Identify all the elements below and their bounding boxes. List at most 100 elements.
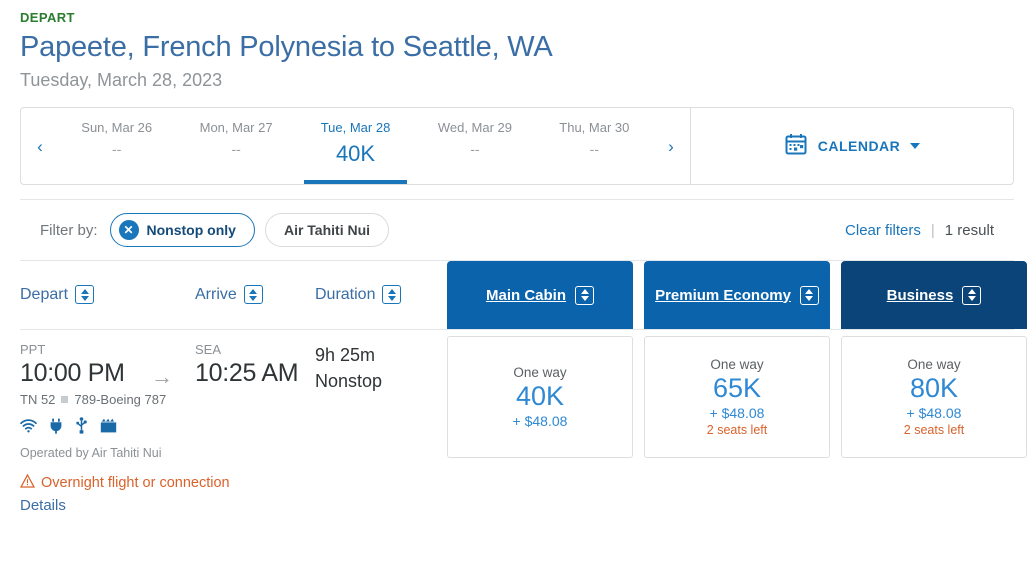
flight-stops: Nonstop [315, 371, 383, 392]
column-label-duration: Duration [315, 285, 376, 303]
warning-triangle-icon [19, 473, 36, 492]
tab-label-main-cabin: Main Cabin [485, 286, 566, 304]
chevron-down-icon [910, 143, 921, 149]
arrive-time: 10:25 AM [195, 359, 299, 387]
column-header-arrive[interactable]: Arrive [195, 285, 263, 304]
clear-filters-link[interactable]: Clear filters [845, 222, 921, 239]
fare-card-list: One way 40K + $48.08 One way 65K + $48.0… [447, 336, 1027, 458]
date-day-label: Wed, Mar 29 [437, 120, 513, 135]
aircraft-type: 789-Boeing 787 [74, 392, 167, 407]
filter-by-label: Filter by: [40, 221, 98, 239]
tab-label-premium-economy: Premium Economy [655, 286, 791, 304]
filter-bar-right: Clear filters | 1 result [845, 222, 994, 239]
duration-segment: 9h 25m Nonstop [315, 342, 382, 394]
filter-chip-label: Air Tahiti Nui [283, 222, 371, 238]
date-day-price: -- [589, 141, 599, 157]
details-link[interactable]: Details [20, 497, 440, 514]
depart-airport-code: PPT [20, 342, 46, 357]
tab-premium-economy[interactable]: Premium Economy [644, 261, 830, 329]
page-subtitle-date: Tuesday, March 28, 2023 [20, 70, 223, 90]
fare-miles: 80K [909, 373, 959, 404]
wifi-icon [20, 418, 37, 433]
date-day-label: Tue, Mar 28 [320, 120, 391, 135]
column-header-duration[interactable]: Duration [315, 285, 402, 304]
close-icon[interactable]: ✕ [118, 220, 139, 240]
calendar-icon [784, 132, 808, 161]
result-count: 1 result [944, 221, 994, 239]
fare-class-tabs: Main Cabin Premium Economy Business [447, 261, 1027, 329]
column-label-arrive: Arrive [195, 285, 237, 303]
date-day-price: 40K [335, 141, 376, 166]
date-day-3[interactable]: Wed, Mar 29 -- [415, 108, 534, 184]
flight-duration: 9h 25m [315, 345, 376, 365]
usb-port-icon [75, 417, 88, 434]
calendar-label: CALENDAR [817, 138, 901, 154]
overnight-warning: Overnight flight or connection [19, 473, 440, 492]
fare-cash: + $48.08 [512, 412, 568, 429]
sort-icon-main-cabin[interactable] [575, 285, 594, 305]
date-day-price: -- [231, 141, 241, 157]
date-day-0[interactable]: Sun, Mar 26 -- [57, 108, 176, 184]
sort-icon-depart[interactable] [75, 285, 95, 304]
depart-segment: PPT 10:00 PM [20, 342, 125, 388]
divider: | [930, 221, 935, 239]
sort-icon-premium-economy[interactable] [799, 285, 819, 305]
overnight-warning-label: Overnight flight or connection [41, 475, 230, 491]
date-day-1[interactable]: Mon, Mar 27 -- [176, 108, 295, 184]
fare-miles: 65K [712, 373, 762, 404]
date-strip-wrapper: ‹ Sun, Mar 26 -- Mon, Mar 27 -- Tue, Mar… [0, 91, 1034, 185]
fare-cash: + $48.08 [906, 404, 962, 421]
separator-square-icon [61, 396, 69, 403]
date-day-label: Sun, Mar 26 [81, 120, 153, 135]
results-header: Depart Arrive Duration Main Cabin Premiu… [20, 261, 1027, 329]
calendar-button[interactable]: CALENDAR [691, 108, 1013, 184]
fare-seats-left: 2 seats left [903, 422, 965, 437]
fare-seats-left: 2 seats left [706, 422, 768, 437]
fare-oneway-label: One way [907, 357, 961, 373]
filter-bar: Filter by: ✕ Nonstop only Air Tahiti Nui… [20, 199, 1014, 261]
date-day-list: Sun, Mar 26 -- Mon, Mar 27 -- Tue, Mar 2… [57, 108, 654, 184]
fare-miles: 40K [515, 381, 565, 412]
date-strip: ‹ Sun, Mar 26 -- Mon, Mar 27 -- Tue, Mar… [20, 107, 1014, 185]
arrive-segment: SEA 10:25 AM [195, 342, 299, 388]
fare-oneway-label: One way [513, 365, 567, 381]
fare-card-premium-economy[interactable]: One way 65K + $48.08 2 seats left [644, 336, 830, 458]
power-outlet-icon [49, 418, 63, 434]
date-day-price: -- [470, 141, 480, 157]
date-day-price: -- [112, 141, 122, 157]
flight-number-row: TN 52 789-Boeing 787 [20, 392, 440, 407]
column-label-depart: Depart [20, 285, 69, 303]
amenities-list [20, 417, 440, 434]
entertainment-icon [100, 418, 117, 433]
depart-time: 10:00 PM [20, 359, 125, 387]
tab-label-business: Business [886, 286, 954, 304]
date-day-4[interactable]: Thu, Mar 30 -- [535, 108, 654, 184]
next-dates-button[interactable]: › [654, 138, 688, 155]
flight-number: TN 52 [20, 392, 56, 407]
prev-dates-button[interactable]: ‹ [23, 138, 57, 155]
date-day-label: Mon, Mar 27 [199, 120, 273, 135]
operated-by-text: Operated by Air Tahiti Nui [20, 446, 162, 460]
flight-results-page: DEPART Papeete, French Polynesia to Seat… [0, 0, 1034, 587]
date-day-label: Thu, Mar 30 [559, 120, 630, 135]
date-day-2-selected[interactable]: Tue, Mar 28 40K [296, 108, 415, 184]
tab-main-cabin[interactable]: Main Cabin [447, 261, 633, 329]
flight-meta: TN 52 789-Boeing 787 Operated by Air Tah… [19, 392, 440, 514]
fare-card-main-cabin[interactable]: One way 40K + $48.08 [447, 336, 633, 458]
sort-icon-duration[interactable] [382, 285, 402, 304]
filter-chip-label: Nonstop only [146, 222, 236, 238]
sort-icon-business[interactable] [962, 285, 982, 305]
fare-oneway-label: One way [710, 357, 764, 373]
fare-card-business[interactable]: One way 80K + $48.08 2 seats left [841, 336, 1027, 458]
page-title: Papeete, French Polynesia to Seattle, WA [20, 31, 553, 63]
flight-result-row: PPT 10:00 PM → SEA 10:25 AM 9h 25m Nonst… [19, 329, 1027, 529]
filter-chip-nonstop[interactable]: ✕ Nonstop only [109, 213, 255, 247]
page-header: DEPART Papeete, French Polynesia to Seat… [0, 0, 1034, 91]
tab-business[interactable]: Business [841, 261, 1027, 329]
depart-eyebrow: DEPART [20, 10, 75, 25]
fare-cash: + $48.08 [709, 404, 765, 421]
sort-icon-arrive[interactable] [243, 285, 263, 304]
column-header-depart[interactable]: Depart [20, 285, 95, 304]
arrow-right-icon: → [151, 364, 173, 389]
filter-chip-airline[interactable]: Air Tahiti Nui [264, 213, 390, 247]
